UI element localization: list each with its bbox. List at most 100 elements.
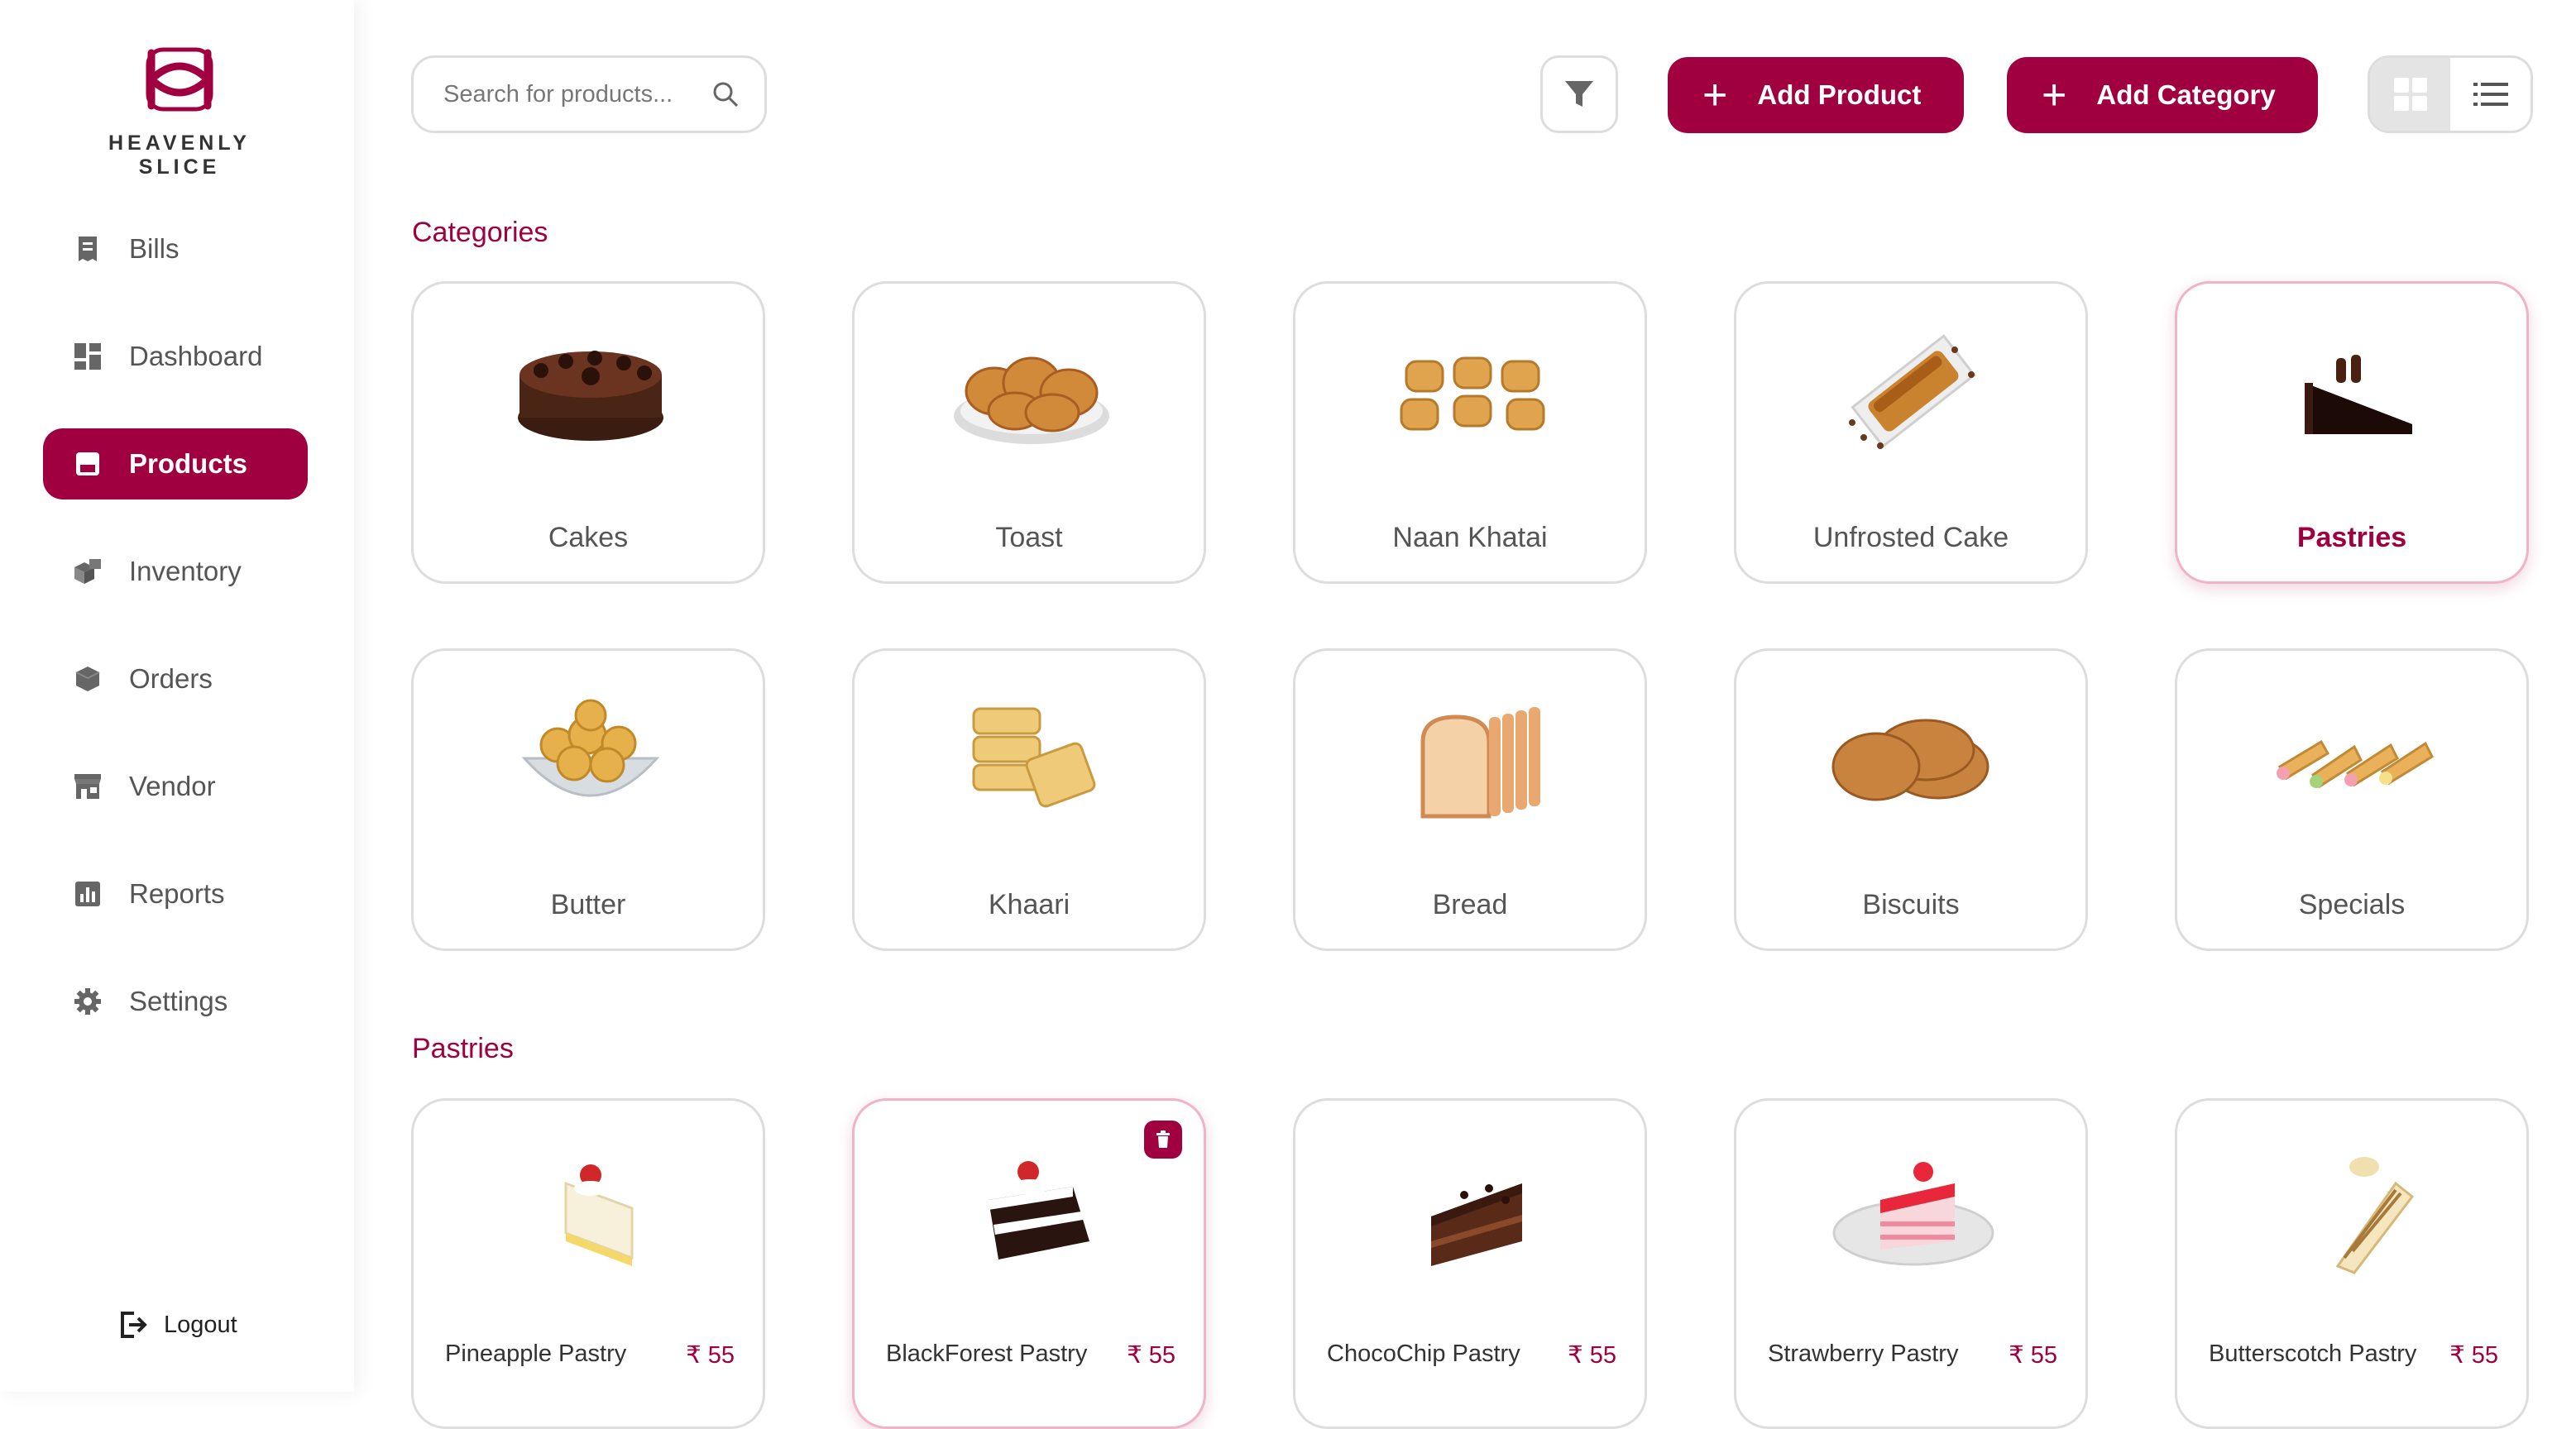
- strawberry-pastry-image: [1832, 1162, 1994, 1266]
- category-card-specials[interactable]: Specials: [2175, 648, 2529, 951]
- categories-heading: Categories: [412, 217, 548, 248]
- category-label: Butter: [550, 889, 626, 920]
- sidebar-item-label: Orders: [129, 663, 213, 694]
- sidebar: HEAVENLY SLICE Bills Dashboard Products …: [0, 0, 354, 1392]
- chocochip-pastry-image: [1431, 1183, 1522, 1266]
- specials-image: [2277, 739, 2434, 789]
- category-label: Cakes: [548, 522, 629, 553]
- sidebar-item-vendor[interactable]: Vendor: [43, 751, 308, 822]
- sidebar-item-label: Vendor: [129, 771, 216, 801]
- product-price: ₹ 55: [1568, 1342, 1616, 1369]
- product-name: Pineapple Pastry: [445, 1341, 627, 1367]
- package-icon: [73, 664, 103, 694]
- category-label: Pastries: [2296, 522, 2407, 553]
- naan-khatai-image: [1400, 356, 1545, 431]
- category-label: Bread: [1432, 889, 1508, 920]
- store-icon: [73, 772, 103, 801]
- sidebar-item-label: Products: [129, 448, 248, 479]
- product-card-chocochip-pastry[interactable]: ChocoChip Pastry ₹ 55: [1293, 1098, 1647, 1429]
- category-label: Specials: [2298, 889, 2406, 920]
- trash-icon: [1156, 1130, 1170, 1148]
- gear-icon: [73, 987, 103, 1016]
- sidebar-item-label: Settings: [129, 986, 228, 1016]
- sidebar-item-orders[interactable]: Orders: [43, 643, 308, 714]
- view-toggle: [2368, 55, 2533, 133]
- sidebar-item-inventory[interactable]: Inventory: [43, 536, 308, 607]
- category-card-biscuits[interactable]: Biscuits: [1734, 648, 2088, 951]
- logout-button[interactable]: Logout: [117, 1310, 237, 1340]
- add-category-label: Add Category: [2096, 79, 2276, 110]
- grid-icon: [2393, 78, 2427, 111]
- sidebar-nav: Bills Dashboard Products Inventory Order…: [43, 213, 308, 1073]
- sidebar-item-label: Bills: [129, 233, 180, 264]
- category-label: Biscuits: [1862, 889, 1960, 920]
- sidebar-item-label: Reports: [129, 878, 225, 909]
- add-product-button[interactable]: + Add Product: [1668, 57, 1964, 133]
- category-card-butter[interactable]: Butter: [411, 648, 765, 951]
- delete-button[interactable]: [1144, 1121, 1182, 1159]
- khaari-image: [972, 707, 1096, 808]
- product-name: BlackForest Pastry: [886, 1341, 1088, 1367]
- sidebar-item-bills[interactable]: Bills: [43, 213, 308, 284]
- list-icon: [2473, 83, 2508, 106]
- bread-image: [1420, 707, 1540, 819]
- sidebar-item-dashboard[interactable]: Dashboard: [43, 321, 308, 392]
- sidebar-item-label: Dashboard: [129, 341, 263, 371]
- category-label: Unfrosted Cake: [1812, 522, 2009, 553]
- plus-icon: +: [2042, 71, 2067, 119]
- unfrosted-cake-image: [1849, 334, 1976, 449]
- sidebar-item-products[interactable]: Products: [43, 428, 308, 499]
- category-card-cakes[interactable]: Cakes: [411, 281, 765, 584]
- product-card-blackforest-pastry[interactable]: BlackForest Pastry ₹ 55: [852, 1098, 1206, 1429]
- receipt-icon: [73, 234, 103, 264]
- pastry-image: [2305, 355, 2412, 434]
- add-category-button[interactable]: + Add Category: [2007, 57, 2318, 133]
- products-icon: [73, 449, 103, 479]
- cake-image: [518, 351, 663, 441]
- logout-icon: [121, 1312, 147, 1338]
- add-product-label: Add Product: [1757, 79, 1922, 110]
- category-card-khaari[interactable]: Khaari: [852, 648, 1206, 951]
- product-price: ₹ 55: [686, 1342, 735, 1369]
- dashboard-icon: [73, 342, 103, 371]
- category-card-bread[interactable]: Bread: [1293, 648, 1647, 951]
- brand-name: HEAVENLY SLICE: [108, 131, 251, 179]
- logo-icon: [146, 47, 213, 112]
- plus-icon: +: [1702, 71, 1728, 119]
- sidebar-item-settings[interactable]: Settings: [43, 966, 308, 1037]
- category-card-naan-khatai[interactable]: Naan Khatai: [1293, 281, 1647, 584]
- filter-button[interactable]: [1540, 55, 1618, 133]
- category-label: Naan Khatai: [1392, 522, 1548, 553]
- search-bar[interactable]: [411, 55, 767, 133]
- search-input[interactable]: [442, 79, 693, 109]
- filter-icon: [1565, 81, 1593, 107]
- toast-image: [954, 356, 1109, 444]
- sidebar-item-label: Inventory: [129, 556, 242, 586]
- category-card-toast[interactable]: Toast: [852, 281, 1206, 584]
- category-card-pastries[interactable]: Pastries: [2175, 281, 2529, 584]
- search-icon[interactable]: [711, 80, 740, 108]
- category-card-unfrosted-cake[interactable]: Unfrosted Cake: [1734, 281, 2088, 584]
- main-content: + Add Product + Add Category Categories …: [354, 0, 2576, 1429]
- product-name: Butterscotch Pastry: [2209, 1341, 2417, 1367]
- product-name: ChocoChip Pastry: [1327, 1341, 1520, 1367]
- boxes-icon: [73, 557, 103, 586]
- brand-logo[interactable]: HEAVENLY SLICE: [76, 41, 283, 179]
- biscuits-image: [1831, 719, 1989, 801]
- product-card-butterscotch-pastry[interactable]: Butterscotch Pastry ₹ 55: [2175, 1098, 2529, 1429]
- product-price: ₹ 55: [2449, 1342, 2498, 1369]
- sidebar-item-reports[interactable]: Reports: [43, 858, 308, 930]
- product-price: ₹ 55: [2009, 1342, 2057, 1369]
- product-price: ₹ 55: [1127, 1342, 1175, 1369]
- product-card-pineapple-pastry[interactable]: Pineapple Pastry ₹ 55: [411, 1098, 765, 1429]
- category-label: Toast: [995, 522, 1063, 553]
- logout-label: Logout: [164, 1311, 237, 1338]
- products-heading: Pastries: [412, 1033, 514, 1064]
- category-label: Khaari: [988, 889, 1070, 920]
- blackforest-pastry-image: [989, 1161, 1089, 1259]
- grid-view-button[interactable]: [2370, 58, 2450, 131]
- product-name: Strawberry Pastry: [1768, 1341, 1959, 1367]
- product-card-strawberry-pastry[interactable]: Strawberry Pastry ₹ 55: [1734, 1098, 2088, 1429]
- list-view-button[interactable]: [2450, 58, 2531, 131]
- butter-image: [521, 699, 660, 797]
